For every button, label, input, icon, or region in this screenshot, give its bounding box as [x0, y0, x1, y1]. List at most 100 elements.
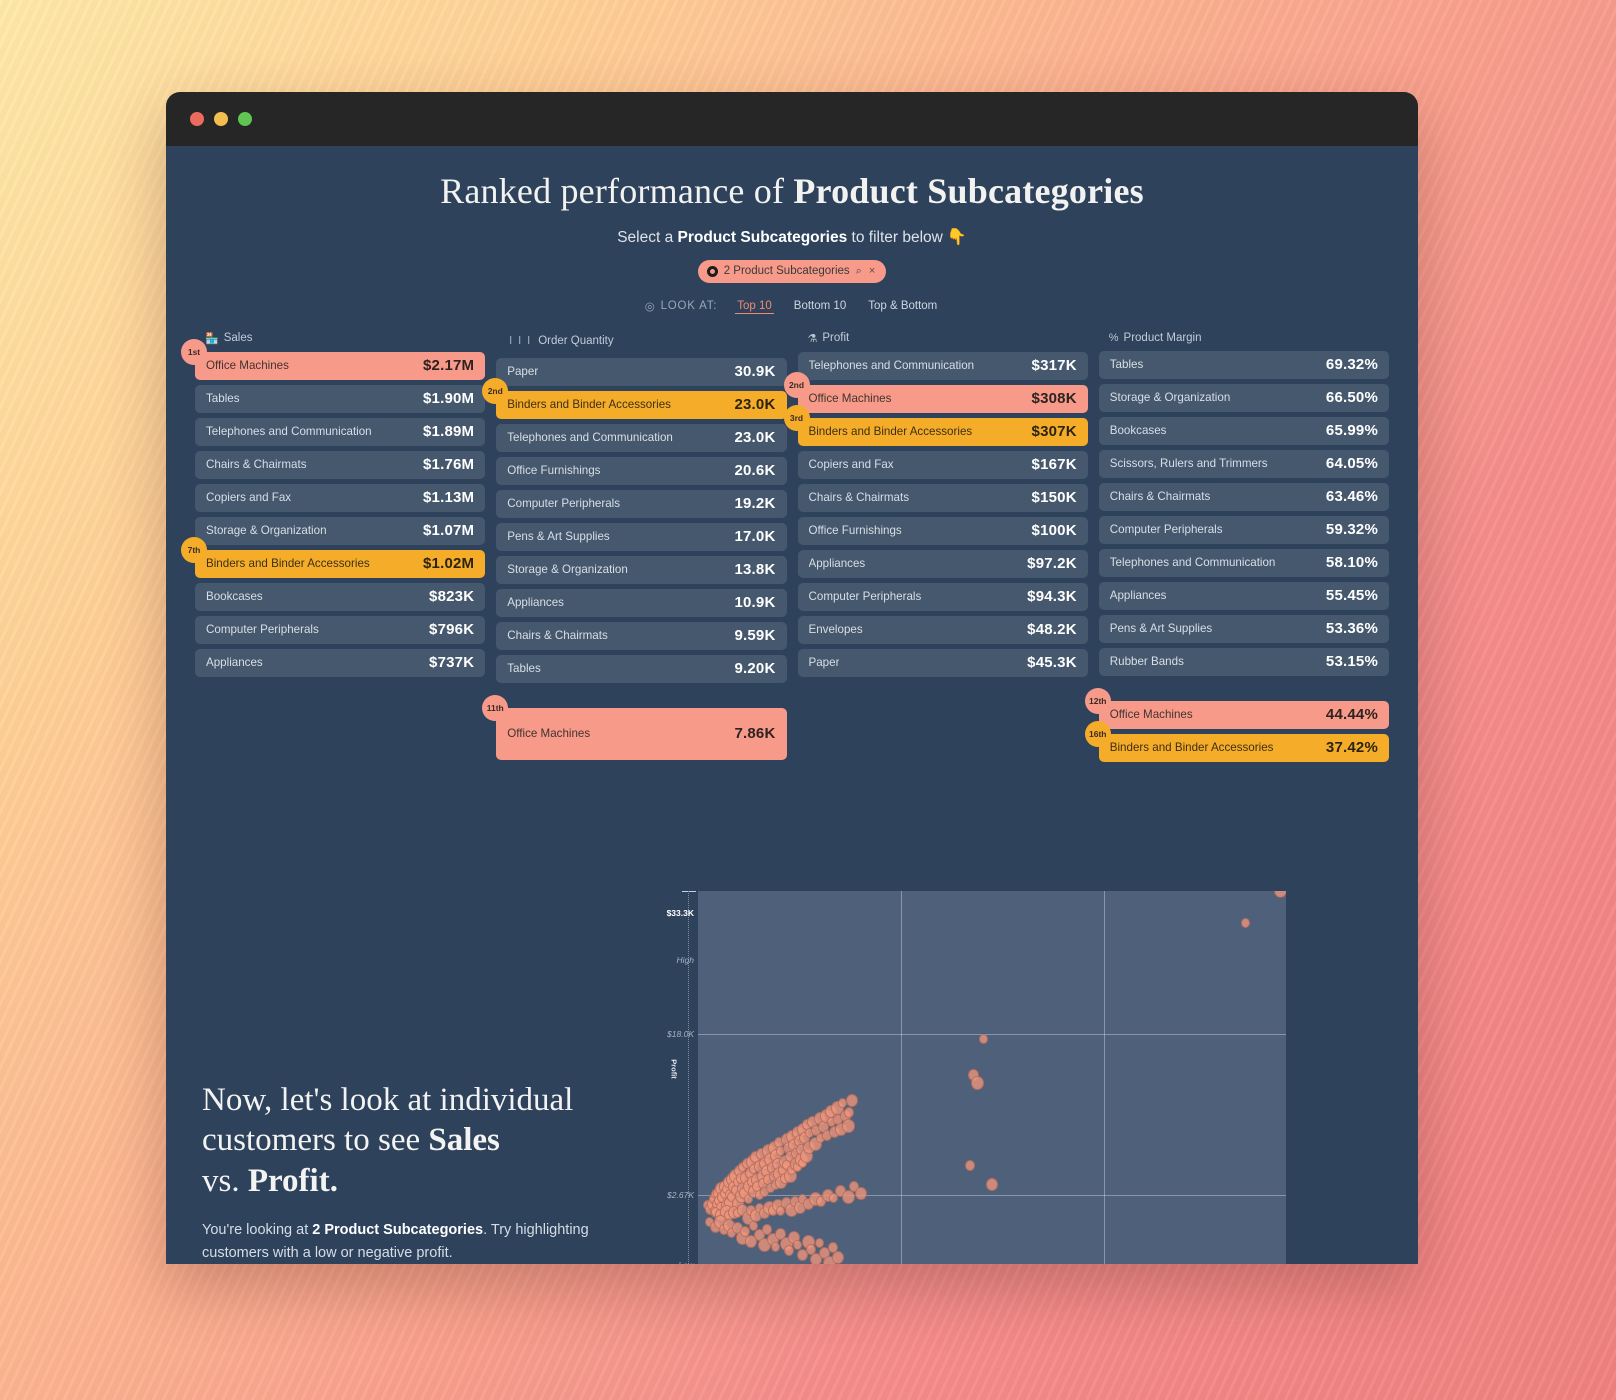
table-row[interactable]: Computer Peripherals 59.32%	[1098, 515, 1389, 544]
narrative-title-line2: customers to see Sales	[202, 1120, 626, 1160]
table-row[interactable]: Chairs & Chairmats 63.46%	[1098, 482, 1389, 511]
row-value: 30.9K	[734, 363, 776, 381]
table-row[interactable]: Appliances 55.45%	[1098, 581, 1389, 610]
table-row[interactable]: Chairs & Chairmats $150K	[797, 483, 1088, 512]
scatter-point[interactable]	[846, 1094, 859, 1108]
table-row[interactable]: Storage & Organization $1.07M	[195, 516, 486, 545]
table-row[interactable]: Office Furnishings $100K	[797, 516, 1088, 545]
table-row[interactable]: 3rd Binders and Binder Accessories $307K	[783, 404, 1088, 446]
table-row[interactable]: 11th Office Machines 7.86K	[482, 694, 787, 760]
ranking-column-order-quantity: 𝍷𝍷𝍷 Order Quantity Paper 30.9K 2nd Binders an…	[482, 332, 787, 760]
table-row[interactable]: Telephones and Communication $317K	[797, 351, 1088, 380]
table-row[interactable]: 16th Binders and Binder Accessories 37.42%	[1084, 720, 1389, 762]
table-row[interactable]: 2nd Office Machines $308K	[783, 371, 1088, 413]
scatter-point[interactable]	[855, 1186, 868, 1200]
minimize-window-button[interactable]	[214, 112, 228, 126]
scatter-point[interactable]	[965, 1160, 976, 1172]
scatter-point[interactable]	[978, 1033, 988, 1044]
scatter-point[interactable]	[837, 1097, 847, 1108]
table-row[interactable]: Computer Peripherals $796K	[195, 615, 486, 644]
table-row[interactable]: Appliances $737K	[195, 648, 486, 677]
row-value: $100K	[1031, 522, 1077, 540]
gridline-horizontal	[698, 1194, 1286, 1196]
row-value: $317K	[1031, 357, 1077, 375]
row-value: $1.02M	[423, 555, 475, 573]
ranking-row-list: 1st Office Machines $2.17M Tables $1.90M Tele…	[181, 338, 486, 677]
table-row[interactable]: Chairs & Chairmats $1.76M	[195, 450, 486, 479]
row-value: 10.9K	[734, 594, 776, 612]
lookat-option-top-and-bottom[interactable]: Top & Bottom	[866, 299, 939, 313]
table-row[interactable]: Office Furnishings 20.6K	[496, 456, 787, 485]
table-row[interactable]: Storage & Organization 66.50%	[1098, 383, 1389, 412]
table-row[interactable]: Tables $1.90M	[195, 384, 486, 413]
row-label: Office Machines	[1109, 708, 1193, 722]
row-label: Telephones and Communication	[206, 425, 372, 439]
narrative-title-line3: vs. Profit.	[202, 1161, 626, 1201]
table-row[interactable]: Paper $45.3K	[797, 648, 1088, 677]
table-row[interactable]: Telephones and Communication 23.0K	[496, 423, 787, 452]
row-label: Office Furnishings	[507, 464, 601, 478]
scatter-point[interactable]	[986, 1177, 999, 1191]
sales-vs-profit-scatter-chart: $33.3K High $18.0K $2.67K Low Profit	[626, 873, 1418, 1264]
y-axis-cap	[682, 891, 696, 892]
table-row[interactable]: 12th Office Machines 44.44%	[1084, 687, 1389, 729]
table-row[interactable]: Appliances 10.9K	[496, 588, 787, 617]
table-row[interactable]: Tables 69.32%	[1098, 350, 1389, 379]
table-row[interactable]: 7th Binders and Binder Accessories $1.02M	[181, 536, 486, 578]
table-row[interactable]: Computer Peripherals $94.3K	[797, 582, 1088, 611]
table-row[interactable]: Envelopes $48.2K	[797, 615, 1088, 644]
scatter-y-axis: $33.3K High $18.0K $2.67K Low Profit	[640, 873, 698, 1264]
table-row[interactable]: Bookcases $823K	[195, 582, 486, 611]
table-row[interactable]: Pens & Art Supplies 53.36%	[1098, 614, 1389, 643]
table-row[interactable]: Pens & Art Supplies 17.0K	[496, 522, 787, 551]
search-icon[interactable]: ⌕	[856, 265, 862, 278]
y-tick-high: High	[676, 954, 694, 965]
lookat-option-top10[interactable]: Top 10	[735, 299, 774, 314]
close-window-button[interactable]	[190, 112, 204, 126]
row-label: Binders and Binder Accessories	[808, 425, 973, 439]
tally-marks-icon: 𝍷𝍷𝍷	[506, 334, 534, 347]
scatter-point[interactable]	[1240, 918, 1250, 929]
cash-register-icon: 🏪	[205, 332, 219, 345]
table-row[interactable]: Appliances $97.2K	[797, 549, 1088, 578]
table-row[interactable]: Scissors, Rulers and Trimmers 64.05%	[1098, 449, 1389, 478]
table-row[interactable]: Chairs & Chairmats 9.59K	[496, 621, 787, 650]
lookat-option-bottom10[interactable]: Bottom 10	[792, 299, 848, 313]
table-row[interactable]: 1st Office Machines $2.17M	[181, 338, 486, 380]
filter-chip-container: 2 Product Subcategories ⌕ ×	[166, 259, 1418, 283]
table-row[interactable]: Copiers and Fax $1.13M	[195, 483, 486, 512]
y-axis-title: Profit	[669, 1058, 679, 1079]
scatter-point[interactable]	[842, 1190, 855, 1205]
table-row[interactable]: Storage & Organization 13.8K	[496, 555, 787, 584]
scatter-point[interactable]	[842, 1119, 855, 1134]
lookat-toggle: ◎ LOOK AT: Top 10 Bottom 10 Top & Bottom	[166, 299, 1418, 314]
table-row[interactable]: Bookcases 65.99%	[1098, 416, 1389, 445]
rank-badge: 7th	[181, 536, 207, 563]
table-row[interactable]: Rubber Bands 53.15%	[1098, 647, 1389, 676]
row-label: Binders and Binder Accessories	[1109, 741, 1274, 755]
maximize-window-button[interactable]	[238, 112, 252, 126]
scatter-point[interactable]	[771, 1241, 780, 1252]
table-row[interactable]: 2nd Binders and Binder Accessories 23.0K	[482, 377, 787, 419]
table-row[interactable]: Copiers and Fax $167K	[797, 450, 1088, 479]
table-row[interactable]: Tables 9.20K	[496, 654, 787, 683]
row-value: $2.17M	[423, 357, 475, 375]
row-value: 19.2K	[734, 495, 776, 513]
table-row[interactable]: Telephones and Communication 58.10%	[1098, 548, 1389, 577]
lookat-label: LOOK AT:	[660, 300, 718, 313]
table-row[interactable]: Computer Peripherals 19.2K	[496, 489, 787, 518]
scatter-point-outlier[interactable]	[1274, 891, 1286, 898]
row-value: $823K	[429, 588, 475, 606]
product-subcategories-filter-chip[interactable]: 2 Product Subcategories ⌕ ×	[697, 259, 887, 283]
table-row[interactable]: Paper 30.9K	[496, 357, 787, 386]
scatter-point[interactable]	[844, 1106, 855, 1118]
row-value: 7.86K	[734, 725, 776, 743]
narrative-line2-bold: Sales	[428, 1122, 500, 1159]
table-row[interactable]: Telephones and Communication $1.89M	[195, 417, 486, 446]
scatter-point[interactable]	[832, 1250, 845, 1264]
close-icon[interactable]: ×	[869, 265, 875, 277]
row-value: 58.10%	[1325, 554, 1378, 572]
row-label: Appliances	[1109, 589, 1167, 603]
scatter-plot-area[interactable]	[698, 891, 1286, 1264]
scatter-point[interactable]	[970, 1076, 984, 1091]
